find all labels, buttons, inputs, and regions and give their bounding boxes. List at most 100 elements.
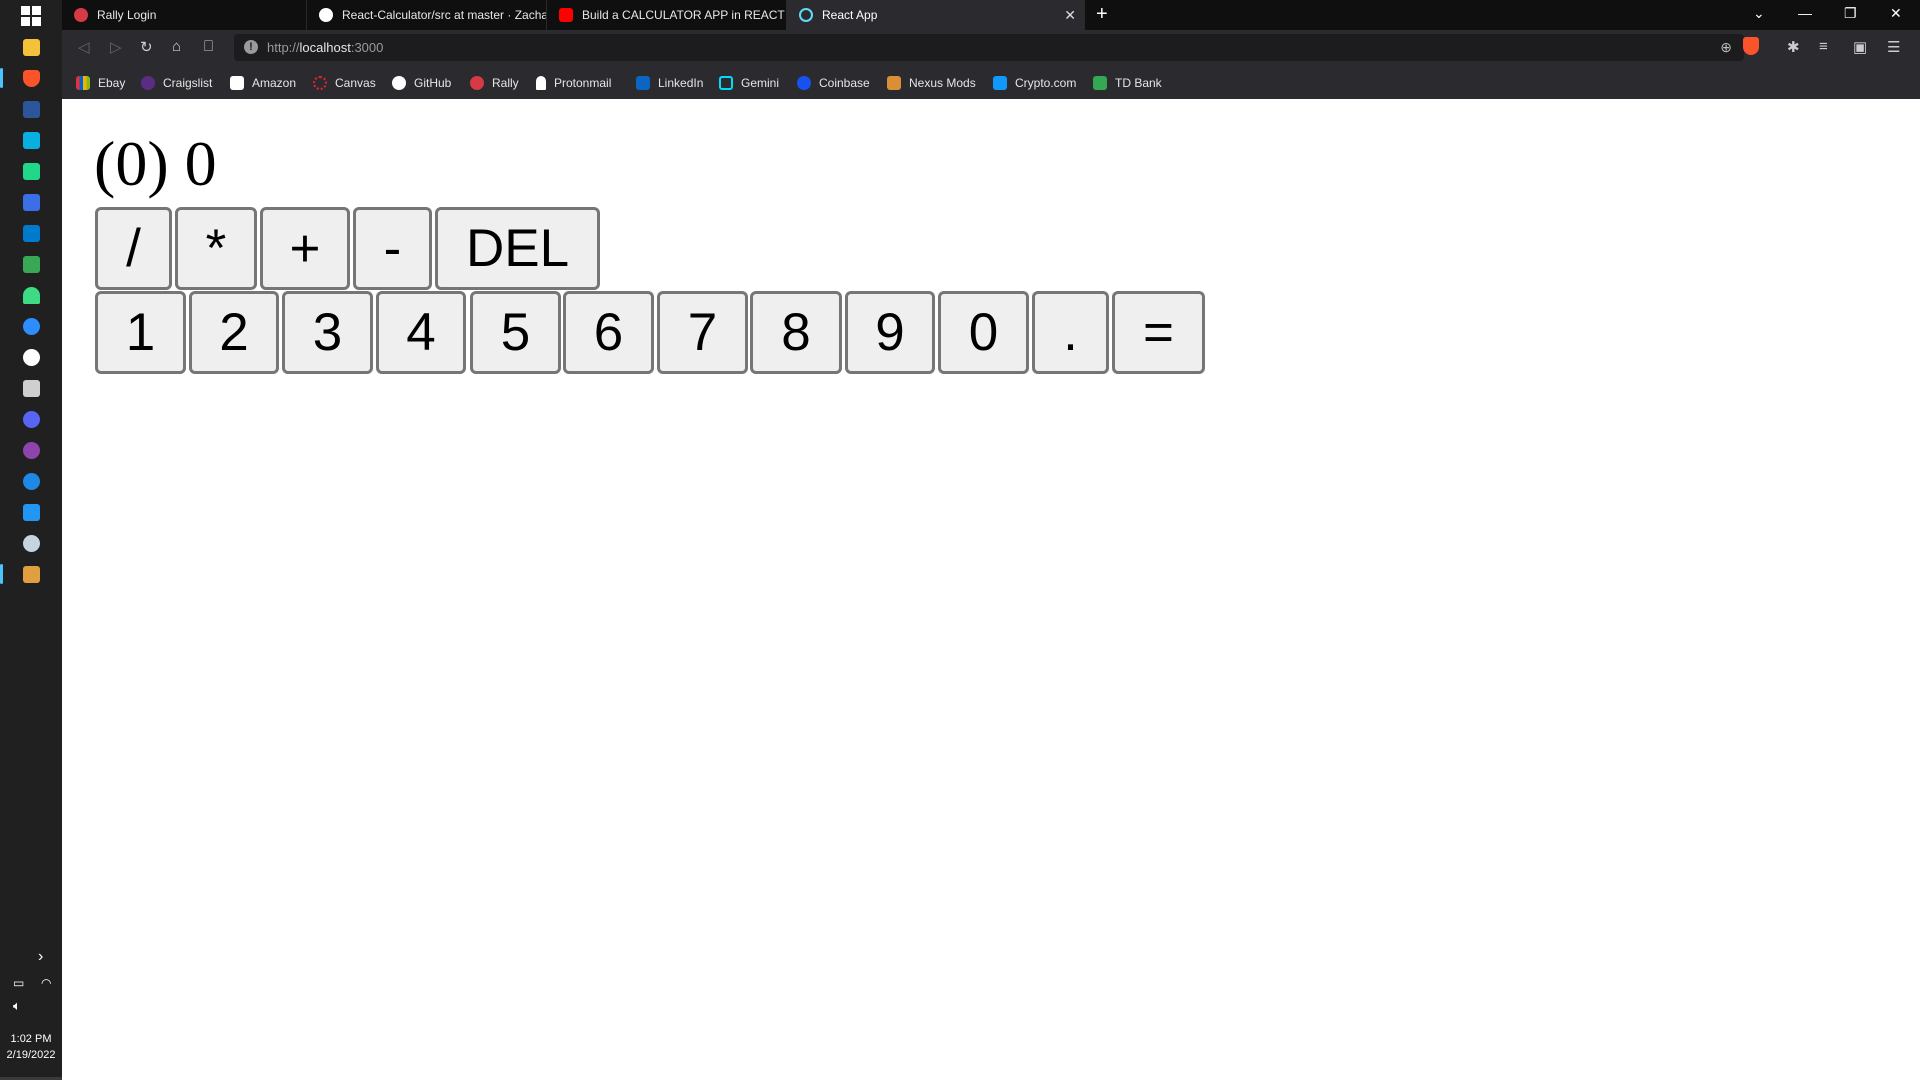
ebay-icon — [76, 75, 90, 90]
bookmark-linkedin[interactable]: LinkedIn — [636, 66, 703, 99]
decimal-button[interactable]: . — [1032, 291, 1109, 374]
protonmail-icon — [536, 75, 546, 90]
amazon-icon — [230, 75, 244, 90]
windows-start-icon[interactable] — [21, 6, 41, 26]
tab-react-app[interactable]: React App ✕ — [787, 0, 1085, 30]
sheets-icon[interactable] — [23, 256, 40, 273]
tab-title: Rally Login — [97, 8, 157, 22]
equals-button[interactable]: = — [1112, 291, 1205, 374]
bookmark-github[interactable]: GitHub — [392, 66, 451, 99]
word-icon[interactable] — [23, 101, 40, 118]
youtube-icon — [559, 8, 573, 22]
bookmark-protonmail[interactable]: Protonmail — [536, 66, 611, 99]
bookmark-coinbase[interactable]: Coinbase — [797, 66, 870, 99]
digit-7-button[interactable]: 7 — [657, 291, 748, 374]
intellij-icon[interactable] — [23, 194, 40, 211]
gemini-icon — [719, 75, 733, 90]
volume-icon[interactable]: 🔈︎ — [13, 998, 21, 1014]
new-tab-button[interactable]: + — [1096, 3, 1108, 26]
clock-date: 2/19/2022 — [6, 1049, 56, 1061]
cube-app-icon[interactable] — [23, 380, 40, 397]
bookmark-nexus-mods[interactable]: Nexus Mods — [887, 66, 976, 99]
close-window-icon[interactable]: ✕ — [1890, 5, 1902, 22]
tab-youtube[interactable]: Build a CALCULATOR APP in REACT JS — [547, 0, 787, 30]
edge-icon[interactable] — [23, 473, 40, 490]
tab-search-icon[interactable]: ⌄ — [1753, 5, 1765, 22]
forward-icon[interactable]: ▷ — [110, 38, 122, 56]
multiply-button[interactable]: * — [175, 207, 257, 290]
chevron-right-icon[interactable]: › — [38, 948, 43, 966]
clock[interactable]: 1:02 PM 2/19/2022 — [0, 1031, 62, 1063]
steam-icon[interactable] — [23, 535, 40, 552]
digit-2-button[interactable]: 2 — [189, 291, 279, 374]
digit-9-button[interactable]: 9 — [845, 291, 935, 374]
digit-1-button[interactable]: 1 — [95, 291, 186, 374]
minimize-icon[interactable]: — — [1798, 5, 1812, 21]
craigslist-icon — [141, 75, 155, 90]
bookmark-crypto-com[interactable]: Crypto.com — [993, 66, 1076, 99]
zoom-icon[interactable]: ⊕ — [1720, 39, 1732, 56]
rally-icon — [74, 8, 88, 22]
brave-shields-icon[interactable] — [1743, 37, 1759, 55]
back-icon[interactable]: ◁ — [78, 38, 90, 56]
restore-icon[interactable]: ❐ — [1844, 5, 1857, 22]
zoom-icon[interactable] — [23, 318, 40, 335]
close-tab-icon[interactable]: ✕ — [1064, 7, 1076, 24]
bookmark-ebay[interactable]: Ebay — [76, 66, 125, 99]
wifi-icon[interactable]: ◠ — [41, 976, 51, 990]
calculator-output: (0) 0 — [94, 128, 217, 199]
td-bank-icon — [1093, 75, 1107, 90]
linkedin-icon — [636, 75, 650, 90]
divide-button[interactable]: / — [95, 207, 172, 290]
messaging-app-icon[interactable] — [23, 349, 40, 366]
bookmark-rally[interactable]: Rally — [470, 66, 519, 99]
github-icon — [392, 75, 406, 90]
digit-3-button[interactable]: 3 — [282, 291, 373, 374]
digit-4-button[interactable]: 4 — [376, 291, 466, 374]
digit-0-button[interactable]: 0 — [938, 291, 1029, 374]
site-info-icon[interactable]: ! — [244, 40, 258, 54]
coinbase-icon — [797, 75, 811, 90]
tor-browser-icon[interactable] — [23, 442, 40, 459]
subtract-button[interactable]: - — [353, 207, 432, 290]
battery-icon[interactable]: ▭ — [13, 976, 24, 990]
digit-5-button[interactable]: 5 — [470, 291, 561, 374]
nexus-mods-icon — [887, 75, 901, 90]
powershell-icon[interactable] — [23, 504, 40, 521]
bookmark-gemini[interactable]: Gemini — [719, 66, 779, 99]
tab-rally-login[interactable]: Rally Login — [62, 0, 307, 30]
pycharm-icon[interactable] — [23, 163, 40, 180]
delete-button[interactable]: DEL — [435, 207, 600, 290]
tab-github[interactable]: React-Calculator/src at master · Zachary — [307, 0, 547, 30]
tab-title: Build a CALCULATOR APP in REACT JS — [582, 8, 787, 22]
add-button[interactable]: + — [260, 207, 350, 290]
brave-browser-icon[interactable] — [23, 70, 40, 87]
clock-time: 1:02 PM — [10, 1033, 52, 1045]
android-studio-icon[interactable] — [23, 287, 40, 304]
github-icon — [319, 8, 333, 22]
bookmark-amazon[interactable]: Amazon — [230, 66, 296, 99]
tab-title: React App — [822, 8, 878, 22]
extensions-icon[interactable]: ✱ — [1787, 38, 1800, 56]
reload-icon[interactable]: ↻ — [140, 38, 153, 56]
wallet-icon[interactable]: ▣ — [1853, 38, 1867, 56]
bookmark-craigslist[interactable]: Craigslist — [141, 66, 212, 99]
menu-icon[interactable]: ☰ — [1887, 38, 1900, 56]
url-text[interactable]: http://localhost:3000 — [267, 40, 383, 55]
page-content: (0) 0 / * + - DEL 1 2 3 4 5 6 7 8 9 0 . … — [62, 99, 1920, 1080]
game-app-icon[interactable] — [23, 566, 40, 583]
windows-taskbar: › ▭ ◠ 🔈︎ 1:02 PM 2/19/2022 — [0, 0, 62, 1080]
bookmark-td-bank[interactable]: TD Bank — [1093, 66, 1162, 99]
discord-icon[interactable] — [23, 411, 40, 428]
address-bar[interactable]: ! http://localhost:3000 ⊕ — [234, 34, 1744, 61]
webstorm-icon[interactable] — [23, 132, 40, 149]
digit-6-button[interactable]: 6 — [563, 291, 654, 374]
bookmark-icon[interactable]: ⎕ — [204, 38, 213, 55]
file-explorer-icon[interactable] — [23, 39, 40, 56]
react-icon — [799, 8, 813, 22]
vscode-icon[interactable] — [23, 225, 40, 242]
bookmark-canvas[interactable]: Canvas — [313, 66, 376, 99]
digit-8-button[interactable]: 8 — [750, 291, 842, 374]
home-icon[interactable]: ⌂ — [172, 38, 181, 55]
reading-list-icon[interactable]: ≡ — [1819, 38, 1828, 55]
